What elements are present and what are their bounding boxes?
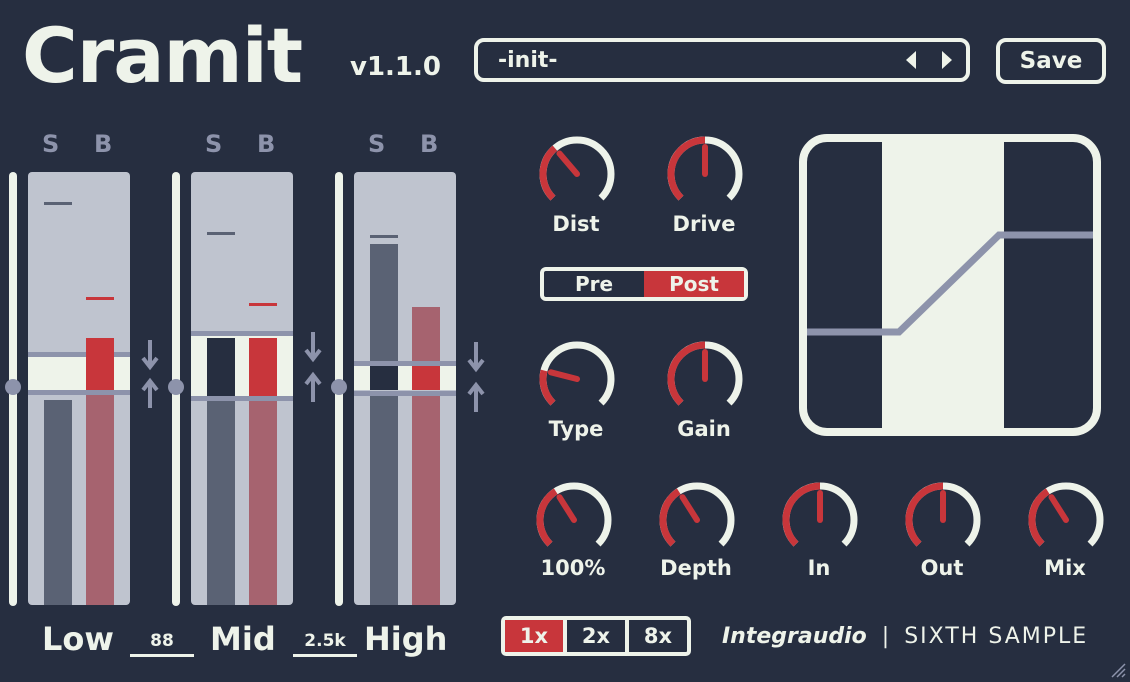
input-level-active-high bbox=[370, 366, 398, 390]
brand-sixth-sample: SIXTH SAMPLE bbox=[904, 624, 1089, 649]
input-level-active-mid bbox=[207, 338, 235, 396]
depth-percent-label: 100% bbox=[540, 556, 606, 580]
output-level-active-high bbox=[412, 366, 440, 390]
version-label: v1.1.0 bbox=[350, 52, 441, 82]
out-label: Out bbox=[920, 556, 964, 580]
threshold-handle-high[interactable] bbox=[330, 378, 348, 396]
input-level-lower-high bbox=[370, 396, 398, 605]
knob-value-arc bbox=[782, 482, 821, 547]
bypass-button-low[interactable]: B bbox=[94, 130, 112, 158]
arrow-up-icon[interactable] bbox=[466, 380, 486, 414]
in-label: In bbox=[807, 556, 831, 580]
band-label-mid: Mid bbox=[210, 620, 276, 658]
arrow-up-icon[interactable] bbox=[303, 370, 323, 404]
drive-label: Drive bbox=[672, 212, 736, 236]
band-upper-threshold-low[interactable] bbox=[28, 352, 130, 357]
knob-pointer bbox=[556, 150, 580, 177]
input-peak-mid bbox=[207, 232, 235, 235]
solo-button-mid[interactable]: S bbox=[205, 130, 222, 158]
oversampling-selector[interactable]: 1x 2x 8x bbox=[501, 616, 691, 656]
mix-label: Mix bbox=[1044, 556, 1086, 580]
brand-separator: | bbox=[881, 624, 890, 649]
branding: Integraudio | SIXTH SAMPLE bbox=[722, 624, 1088, 649]
dist-knob[interactable] bbox=[535, 132, 619, 216]
knob-value-arc bbox=[659, 488, 681, 547]
input-peak-low bbox=[44, 202, 72, 205]
output-peak-low bbox=[86, 297, 114, 300]
pre-button[interactable]: Pre bbox=[544, 271, 644, 297]
knob-value-arc bbox=[667, 341, 706, 406]
post-button[interactable]: Post bbox=[644, 271, 744, 297]
crossover-mid-high-input[interactable]: 2.5k bbox=[293, 626, 357, 657]
output-level-active-low bbox=[86, 338, 114, 390]
output-level-upper-high bbox=[412, 307, 440, 361]
knob-pointer bbox=[547, 369, 580, 382]
band-lower-threshold-low[interactable] bbox=[28, 390, 130, 395]
arrow-down-icon[interactable] bbox=[466, 340, 486, 374]
oversampling-1x[interactable]: 1x bbox=[505, 620, 563, 652]
band-window-low bbox=[28, 354, 130, 392]
output-level-bar-mid bbox=[249, 401, 277, 605]
resize-grip-icon[interactable] bbox=[1110, 662, 1126, 678]
crossover-low-mid-input[interactable]: 88 bbox=[130, 626, 194, 657]
knob-pointer bbox=[679, 494, 700, 523]
drive-knob[interactable] bbox=[663, 132, 747, 216]
output-peak-mid bbox=[249, 303, 277, 306]
bypass-button-high[interactable]: B bbox=[420, 130, 438, 158]
type-knob[interactable] bbox=[535, 337, 619, 421]
input-level-bar-mid bbox=[207, 401, 235, 605]
in-knob[interactable] bbox=[778, 478, 862, 562]
solo-button-low[interactable]: S bbox=[42, 130, 59, 158]
band-upper-threshold-mid[interactable] bbox=[191, 331, 293, 336]
bypass-button-mid[interactable]: B bbox=[257, 130, 275, 158]
arrow-up-icon[interactable] bbox=[140, 376, 160, 410]
band-meter-high[interactable] bbox=[354, 172, 456, 605]
input-level-bar-high bbox=[370, 244, 398, 361]
arrow-down-icon[interactable] bbox=[140, 338, 160, 372]
next-preset-icon[interactable] bbox=[936, 48, 958, 72]
app-title: Cramit bbox=[22, 11, 303, 100]
band-label-low: Low bbox=[42, 620, 114, 658]
knob-value-arc bbox=[667, 136, 706, 201]
type-label: Type bbox=[548, 417, 604, 441]
depth-label: Depth bbox=[660, 556, 732, 580]
arrow-down-icon[interactable] bbox=[303, 330, 323, 364]
knob-pointer bbox=[556, 494, 577, 523]
dist-label: Dist bbox=[552, 212, 600, 236]
mix-knob[interactable] bbox=[1024, 478, 1108, 562]
threshold-handle-low[interactable] bbox=[4, 378, 22, 396]
out-knob[interactable] bbox=[901, 478, 985, 562]
transfer-curve-display bbox=[799, 134, 1101, 436]
prev-preset-icon[interactable] bbox=[900, 48, 922, 72]
brand-integraudio: Integraudio bbox=[722, 624, 867, 649]
input-level-bar-low bbox=[44, 400, 72, 605]
output-level-bar-low bbox=[86, 395, 114, 605]
knob-pointer bbox=[1048, 494, 1069, 523]
band-label-high: High bbox=[364, 620, 448, 658]
pre-post-toggle[interactable]: Pre Post bbox=[540, 267, 748, 301]
output-level-active-mid bbox=[249, 338, 277, 396]
threshold-handle-mid[interactable] bbox=[167, 378, 185, 396]
knob-value-arc bbox=[905, 482, 944, 547]
depth-percent-knob[interactable] bbox=[532, 478, 616, 562]
knob-value-arc bbox=[1028, 488, 1050, 547]
depth-knob[interactable] bbox=[655, 478, 739, 562]
knob-value-arc bbox=[536, 488, 558, 547]
oversampling-8x[interactable]: 8x bbox=[625, 620, 687, 652]
preset-selector[interactable]: -init- bbox=[474, 38, 970, 82]
band-meter-mid[interactable] bbox=[191, 172, 293, 605]
output-level-bar-high bbox=[412, 396, 440, 605]
solo-button-high[interactable]: S bbox=[368, 130, 385, 158]
input-peak-high bbox=[370, 235, 398, 238]
oversampling-2x[interactable]: 2x bbox=[563, 620, 625, 652]
save-button[interactable]: Save bbox=[996, 38, 1106, 84]
gain-label: Gain bbox=[677, 417, 731, 441]
gain-knob[interactable] bbox=[663, 337, 747, 421]
band-meter-low[interactable] bbox=[28, 172, 130, 605]
preset-name: -init- bbox=[498, 48, 558, 73]
knob-value-arc bbox=[539, 145, 558, 201]
